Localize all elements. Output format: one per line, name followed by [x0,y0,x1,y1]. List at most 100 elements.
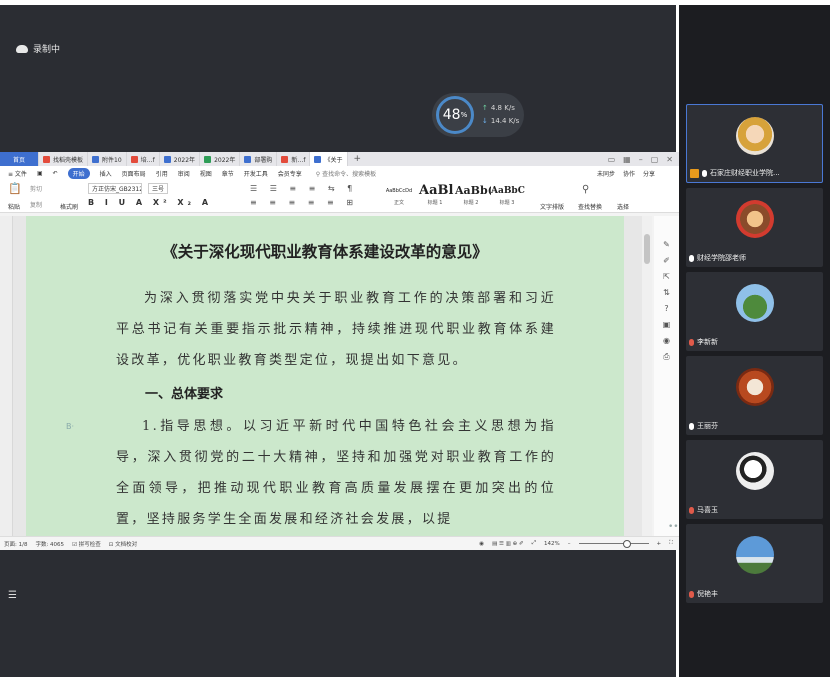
menu-insert[interactable]: 插入 [100,169,112,178]
scrollbar-thumb[interactable] [644,234,650,264]
menu-member[interactable]: 会员专享 [278,169,302,178]
menu-developer[interactable]: 开发工具 [244,169,268,178]
eye-protect-icon[interactable]: ◉ [479,541,484,547]
save-icon[interactable]: ▣ [37,170,43,177]
participant-tile[interactable]: 王丽芬 [686,356,823,435]
layout-icon[interactable]: ▭ [608,155,616,164]
minimize-icon[interactable]: – [639,155,643,164]
menu-page-layout[interactable]: 页面布局 [122,169,146,178]
participant-tile[interactable]: 石家庄财经职业学院... [686,104,823,183]
avatar [735,368,774,406]
participant-name: 倪艳丰 [697,590,718,598]
pdf-icon [281,155,289,163]
tab-label: 找稻壳模板 [53,156,84,164]
pdf-icon [130,155,138,163]
apps-icon[interactable]: ▦ [623,155,631,164]
participants-panel: 石家庄财经职业学院... 财经学院邵老师 李新新 王丽芬 马喜玉 倪艳丰 [679,5,830,677]
participant-tile[interactable]: 财经学院邵老师 [686,188,823,267]
document-paragraph: 为深入贯彻落实党中央关于职业教育工作的决策部署和习近平总书记有关重要指示批示精神… [116,291,556,368]
paste-icon[interactable]: 📋 [8,182,22,195]
location-icon[interactable]: ◉ [663,336,670,345]
help-icon[interactable]: ? [664,304,668,313]
format-painter-button[interactable]: 格式刷 [60,202,78,211]
menu-bar: ≡ 文件 ▣ ↶ 开始 插入 页面布局 引用 审阅 视图 章节 开发工具 会员专… [0,166,679,180]
microphone-muted-icon [689,590,694,598]
menu-references[interactable]: 引用 [156,169,168,178]
zoom-slider-knob[interactable] [622,540,631,548]
adjust-icon[interactable]: ⇅ [663,288,670,297]
vertical-ruler [0,216,13,536]
participant-tile[interactable]: 倪艳丰 [686,524,823,603]
menu-file[interactable]: ≡ 文件 [8,169,27,178]
spellcheck-toggle[interactable]: ☑ 拼写检查 [72,540,101,548]
proof-icon: ⊡ [108,541,114,548]
command-search[interactable]: ⚲ 查找命令、搜索模板 [316,169,376,178]
fullscreen-icon[interactable]: ⛶ [669,540,679,547]
style-normal[interactable]: AaBbCcDd 正文 [383,183,415,209]
menu-section[interactable]: 章节 [222,169,234,178]
copy-button[interactable]: 复制 [30,200,42,209]
network-speed-widget[interactable]: 48% ↑ 4.8 K/s ↓ 14.4 K/s [432,93,524,137]
pen-icon[interactable]: ✐ [663,256,670,265]
document-page[interactable]: 《关于深化现代职业教育体系建设改革的意见》 为深入贯彻落实党中央关于职业教育工作… [26,216,624,536]
microphone-icon [689,254,694,262]
tab-doc[interactable]: 附件10 [88,152,127,166]
sync-status[interactable]: 未同步 [597,169,615,178]
tab-sheet[interactable]: 2022年 [200,152,241,166]
list-menu-icon[interactable]: ☰ [8,590,17,601]
image-icon[interactable]: ▣ [663,320,671,329]
view-mode-icons[interactable]: ▤ ☰ ▥ ⊕ ✐ [492,541,524,547]
text-format-buttons[interactable]: B I U A X² X₂ A [88,198,212,207]
tab-doc[interactable]: 部署购 [240,152,278,166]
find-replace-button[interactable]: 查找替换 [578,202,602,211]
page-count[interactable]: 页面: 1/8 [4,540,27,548]
new-tab-button[interactable]: + [354,154,362,164]
zoom-level[interactable]: 142% [544,541,560,547]
style-sample: AaBbC [491,186,525,196]
select-button[interactable]: 选择 [617,202,629,211]
avatar [735,536,774,574]
participant-tile[interactable]: 马喜玉 [686,440,823,519]
paste-button[interactable]: 粘贴 [8,202,20,211]
tab-pdf[interactable]: 新…f [277,152,311,166]
word-count[interactable]: 字数: 4065 [35,540,64,548]
font-size-select[interactable]: 三号 [148,183,169,194]
vertical-scrollbar[interactable] [642,216,652,536]
close-icon[interactable]: ✕ [666,155,673,164]
tab-pdf[interactable]: 培…f [127,152,160,166]
restore-icon[interactable]: ▢ [651,155,659,164]
tab-doc[interactable]: 2022年 [160,152,201,166]
style-heading-2[interactable]: AaBb(标题 2 [455,183,493,209]
menu-view[interactable]: 视图 [200,169,212,178]
zoom-in-button[interactable]: + [657,541,662,547]
font-family-select[interactable]: 方正仿宋_GB2312 [88,183,142,194]
zoom-out-button[interactable]: – [568,541,571,547]
proofread-button[interactable]: ⊡ 文档校对 [109,540,137,548]
menu-review[interactable]: 审阅 [178,169,190,178]
style-heading-3[interactable]: AaBbC 标题 3 [491,183,525,209]
undo-icon[interactable]: ↶ [53,170,58,177]
share-button[interactable]: 分享 [643,169,655,178]
alignment-tools[interactable]: ≡ ≡ ≡ ≡ ≡ ⊞ [250,198,358,207]
participant-tile[interactable]: 李新新 [686,272,823,351]
avatar [735,200,774,238]
collaborate-button[interactable]: 协作 [623,169,635,178]
style-label: 标题 1 [427,200,443,206]
tab-active-document[interactable]: 《关于 [310,152,348,166]
paint-icon[interactable]: ✎ [663,240,670,249]
cursor-icon[interactable]: ⇱ [663,272,670,281]
cut-button[interactable]: 剪切 [30,184,42,193]
fit-icon[interactable]: ⤢ [532,540,536,547]
style-heading-1[interactable]: AaBl 标题 1 [419,183,453,209]
style-gallery: AaBbCcDd 正文 AaBl 标题 1 AaBb(标题 2 AaBbC 标题 3 [383,183,525,209]
paragraph-tools[interactable]: ☰ ☰ ≡ ≡ ⇆ ¶ [250,184,357,193]
menu-start[interactable]: 开始 [67,167,90,179]
microphone-icon [689,422,694,430]
zoom-slider[interactable] [578,540,649,548]
word-doc-icon [314,155,322,163]
text-layout-button[interactable]: 文字排版 [540,202,564,211]
translate-icon[interactable]: ⎙ [663,352,669,362]
tab-home[interactable]: 首页 [0,152,39,166]
percent-sign: % [460,111,468,119]
tab-template[interactable]: 找稻壳模板 [39,152,89,166]
